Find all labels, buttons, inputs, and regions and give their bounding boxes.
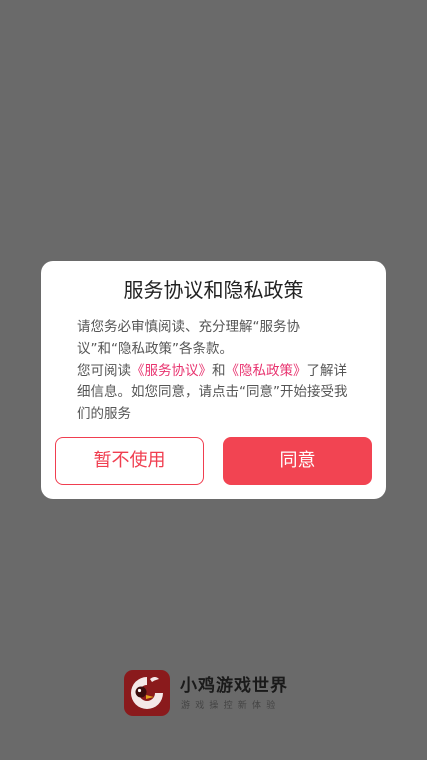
privacy-dialog: 服务协议和隐私政策 请您务必审慎阅读、充分理解“服务协议”和“隐私政策”各条款。… [41, 261, 386, 499]
brand-footer: 小鸡游戏世界 游戏操控新体验 [124, 670, 324, 718]
dialog-paragraph-2: 您可阅读《服务协议》和《隐私政策》了解详细信息。如您同意，请点击“同意”开始接受… [77, 361, 353, 426]
agree-button[interactable]: 同意 [223, 437, 372, 485]
paragraph-2-and: 和 [212, 362, 226, 379]
decline-button[interactable]: 暂不使用 [55, 437, 204, 485]
brand-tagline: 游戏操控新体验 [181, 701, 281, 711]
dialog-paragraph-1: 请您务必审慎阅读、充分理解“服务协议”和“隐私政策”各条款。 [77, 319, 300, 357]
service-agreement-link[interactable]: 《服务协议》 [131, 363, 212, 379]
dialog-title: 服务协议和隐私政策 [123, 278, 304, 302]
privacy-policy-link[interactable]: 《隐私政策》 [226, 363, 307, 379]
brand-name: 小鸡游戏世界 [180, 676, 288, 696]
paragraph-2-prefix: 您可阅读 [77, 362, 131, 379]
dialog-body: 请您务必审慎阅读、充分理解“服务协议”和“隐私政策”各条款。 您可阅读《服务协议… [77, 317, 353, 426]
chicken-logo-icon [124, 670, 170, 716]
